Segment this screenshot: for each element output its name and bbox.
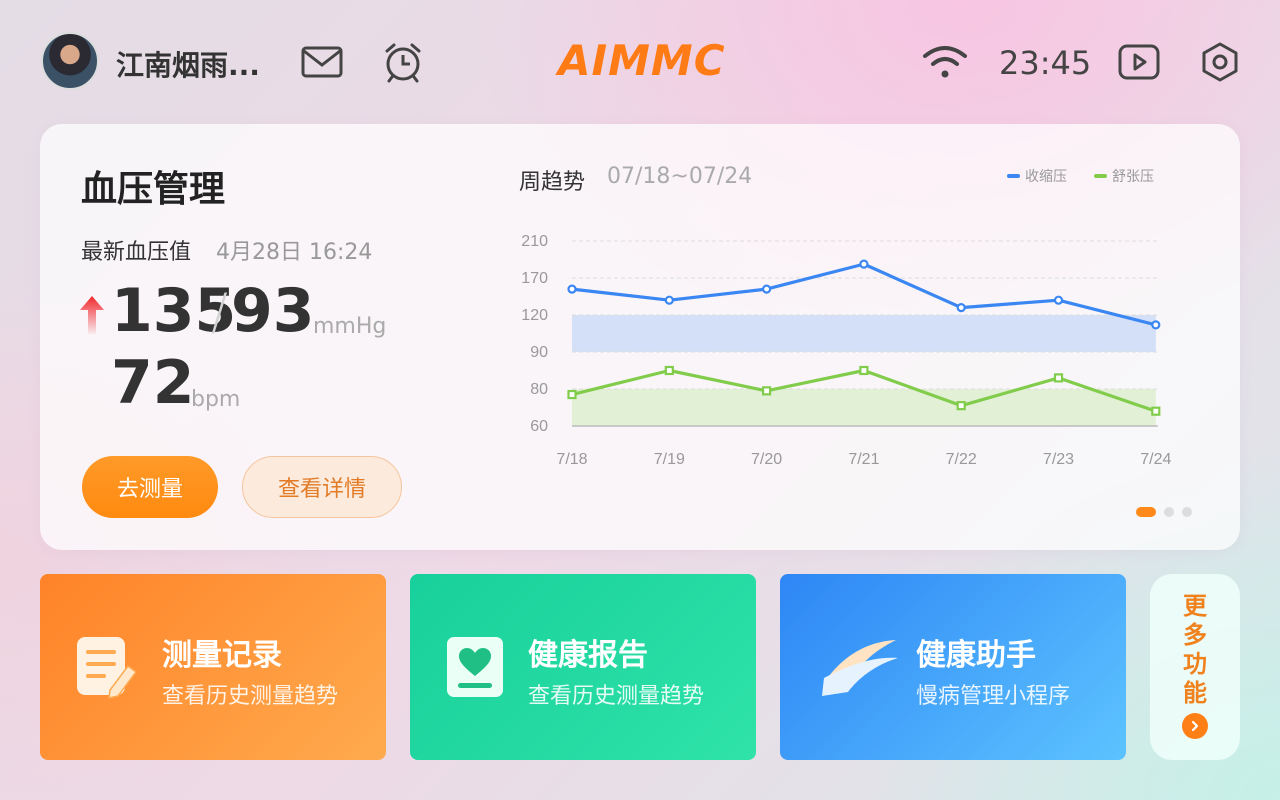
health-assistant-tile[interactable]: 健康助手 慢病管理小程序 <box>780 574 1126 760</box>
mail-icon[interactable] <box>298 40 346 84</box>
diastolic-point <box>956 401 966 411</box>
video-icon[interactable] <box>1116 41 1162 83</box>
alarm-icon[interactable] <box>380 38 426 86</box>
legend-systolic: 收缩压 <box>1007 166 1067 186</box>
diastolic-point <box>762 386 772 396</box>
pulse-unit: bpm <box>191 387 241 412</box>
systolic-point <box>762 284 772 294</box>
systolic-point <box>664 295 674 305</box>
diastolic-point <box>859 365 869 376</box>
assistant-logo-icon <box>822 640 898 696</box>
clock: 23:45 <box>999 44 1092 82</box>
normal-range-band <box>572 389 1156 426</box>
carousel-indicator[interactable] <box>1136 507 1192 517</box>
x-tick-label: 7/24 <box>1140 451 1171 468</box>
tile-subtitle: 慢病管理小程序 <box>916 684 1071 709</box>
x-tick-label: 7/19 <box>654 451 685 468</box>
legend-diastolic-label: 舒张压 <box>1112 169 1154 185</box>
x-tick-label: 7/23 <box>1043 451 1074 468</box>
diastolic-point <box>664 365 674 376</box>
systolic-point <box>1053 295 1064 305</box>
x-tick-label: 7/21 <box>848 451 879 468</box>
health-report-tile[interactable]: 健康报告 查看历史测量趋势 <box>410 574 756 760</box>
measurement-records-tile[interactable]: 测量记录 查看历史测量趋势 <box>40 574 386 760</box>
diastolic-value: 93 <box>231 276 315 346</box>
latest-bp-label: 最新血压值 <box>81 240 192 265</box>
tile-title: 健康报告 <box>528 638 648 673</box>
app-logo: AIMMC <box>558 36 726 85</box>
measure-button[interactable]: 去测量 <box>82 456 218 518</box>
bp-trend-chart: 210 170 120 90 80 60 7/18 7/19 7/20 7/21 7/22 7/23 7… <box>521 233 1171 468</box>
weekly-trend-range: 07/18~07/24 <box>607 164 753 189</box>
y-tick-label: 90 <box>530 344 548 361</box>
notepad-icon <box>77 637 138 699</box>
tile-subtitle: 查看历史测量趋势 <box>162 684 339 709</box>
settings-icon[interactable] <box>1198 40 1242 84</box>
diastolic-point <box>1053 373 1064 383</box>
bp-separator: / <box>211 283 228 341</box>
systolic-point <box>859 259 869 269</box>
legend-systolic-label: 收缩压 <box>1025 169 1067 185</box>
legend-systolic-swatch <box>1007 174 1020 178</box>
chevron-right-icon <box>1182 713 1208 739</box>
diastolic-point <box>1151 406 1161 416</box>
legend-diastolic: 舒张压 <box>1094 166 1154 186</box>
x-tick-label: 7/22 <box>946 451 977 468</box>
heart-report-icon <box>447 637 503 697</box>
carousel-dot[interactable] <box>1136 507 1156 517</box>
tile-subtitle: 查看历史测量趋势 <box>528 684 705 709</box>
wifi-icon <box>920 42 970 82</box>
x-tick-label: 7/18 <box>556 451 587 468</box>
y-tick-label: 80 <box>530 381 548 398</box>
normal-range-band <box>572 315 1156 352</box>
bp-card-title: 血压管理 <box>81 169 226 210</box>
legend-diastolic-swatch <box>1094 174 1107 178</box>
weekly-trend-title: 周趋势 <box>519 170 586 195</box>
more-functions-button[interactable]: 更多功能 <box>1150 574 1240 760</box>
diastolic-point <box>567 389 577 400</box>
pulse-value: 72 <box>111 348 195 418</box>
tile-title: 测量记录 <box>162 638 282 673</box>
carousel-dot[interactable] <box>1164 507 1174 517</box>
bp-unit: mmHg <box>313 314 387 339</box>
systolic-point <box>1151 320 1161 330</box>
more-functions-label: 更多功能 <box>1183 592 1207 707</box>
y-tick-label: 170 <box>521 270 548 287</box>
y-tick-label: 60 <box>530 418 548 435</box>
systolic-point <box>956 302 966 313</box>
latest-bp-time: 4月28日 16:24 <box>216 240 373 265</box>
tile-title: 健康助手 <box>916 638 1036 673</box>
arrow-up-icon <box>80 296 104 334</box>
carousel-dot[interactable] <box>1182 507 1192 517</box>
view-details-button[interactable]: 查看详情 <box>242 456 402 518</box>
y-tick-label: 210 <box>521 233 548 250</box>
x-tick-label: 7/20 <box>751 451 782 468</box>
systolic-point <box>567 284 577 294</box>
y-tick-label: 120 <box>521 307 548 324</box>
username[interactable]: 江南烟雨... <box>116 44 260 84</box>
avatar[interactable] <box>41 32 99 90</box>
